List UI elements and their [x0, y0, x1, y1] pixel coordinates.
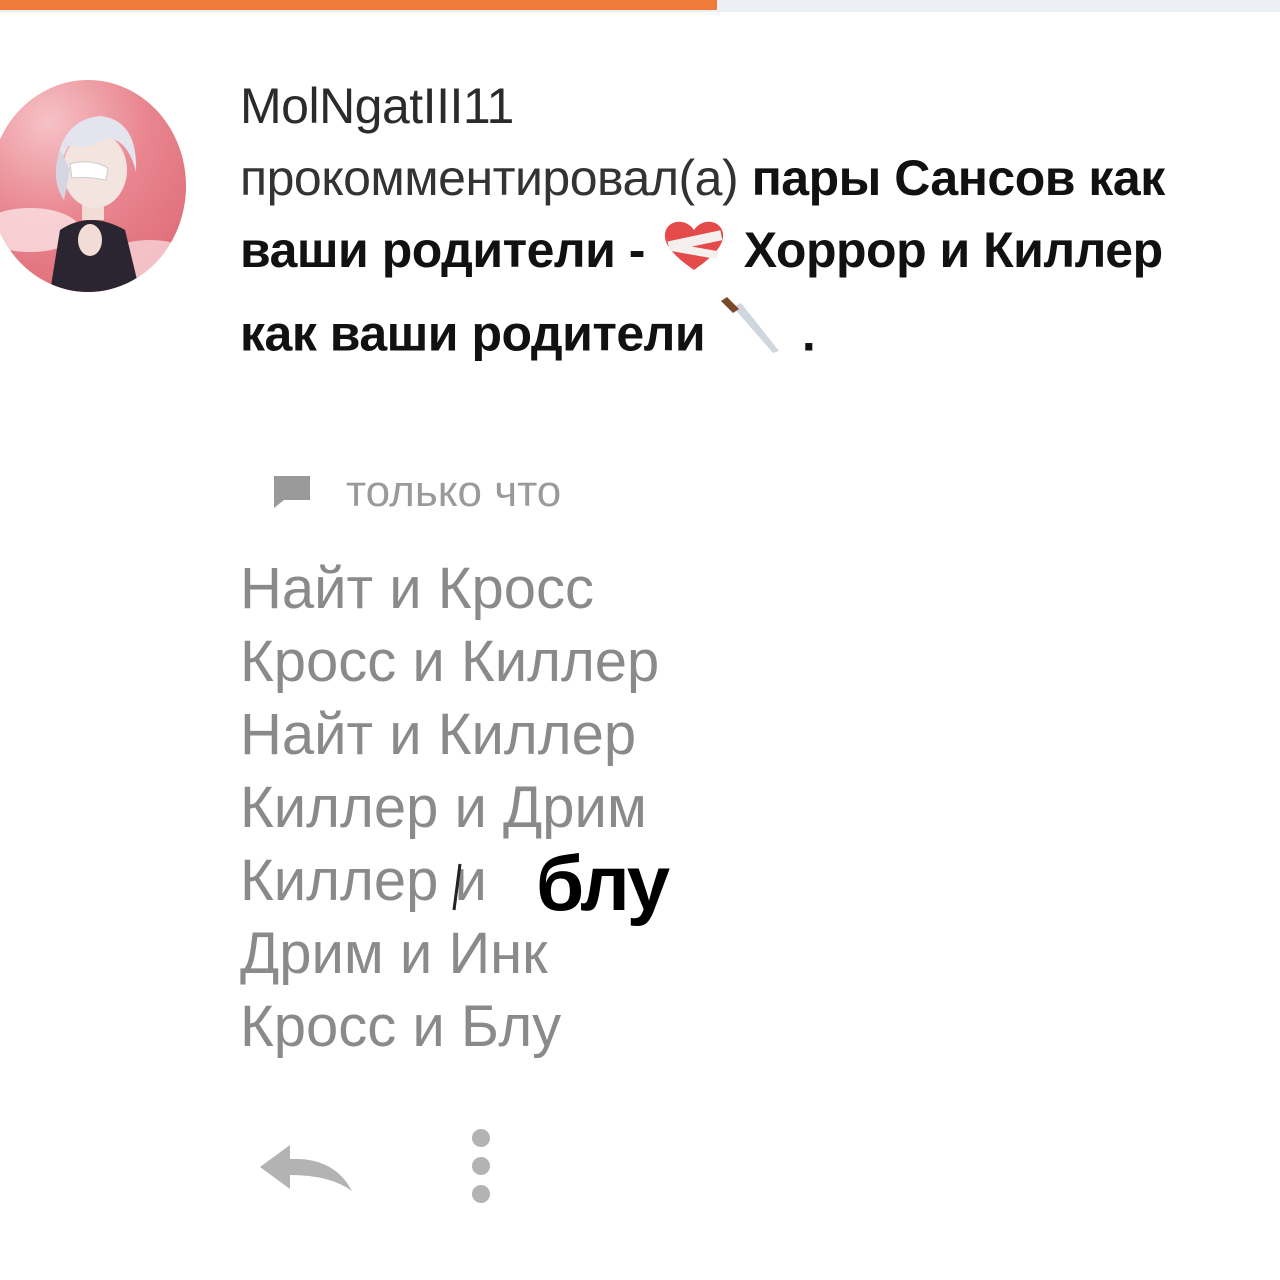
avatar[interactable] [0, 80, 186, 292]
username[interactable]: MolNgatIII11 [240, 78, 514, 134]
text-cursor [452, 863, 462, 911]
reply-icon[interactable] [256, 1133, 356, 1203]
comment-icon [272, 472, 312, 512]
comment-line: Найт и Кросс [240, 556, 595, 621]
timestamp: только что [346, 467, 562, 516]
knife-icon [719, 293, 789, 382]
comment-actions [256, 1128, 496, 1208]
comment-body: Найт и Кросс Кросс и Киллер Найт и Килле… [240, 552, 659, 1063]
comment-line: Кросс и Киллер [240, 629, 660, 694]
progress-track [0, 0, 1280, 12]
progress-fill [0, 0, 717, 10]
notification-meta: только что [272, 462, 561, 522]
comment-line: Найт и Киллер [240, 702, 637, 767]
more-vertical-icon[interactable] [466, 1128, 496, 1208]
overlay-word: блу [536, 839, 670, 927]
action-text: прокомментировал(а) [240, 150, 739, 206]
comment-line: Кросс и Блу [240, 994, 562, 1059]
bandaged-heart-icon [658, 214, 730, 293]
comment-line: Киллер и Дрим [240, 775, 647, 840]
notification-text[interactable]: MolNgatIII11 прокомментировал(а) пары Са… [240, 70, 1240, 382]
post-title-end: . [788, 306, 816, 362]
